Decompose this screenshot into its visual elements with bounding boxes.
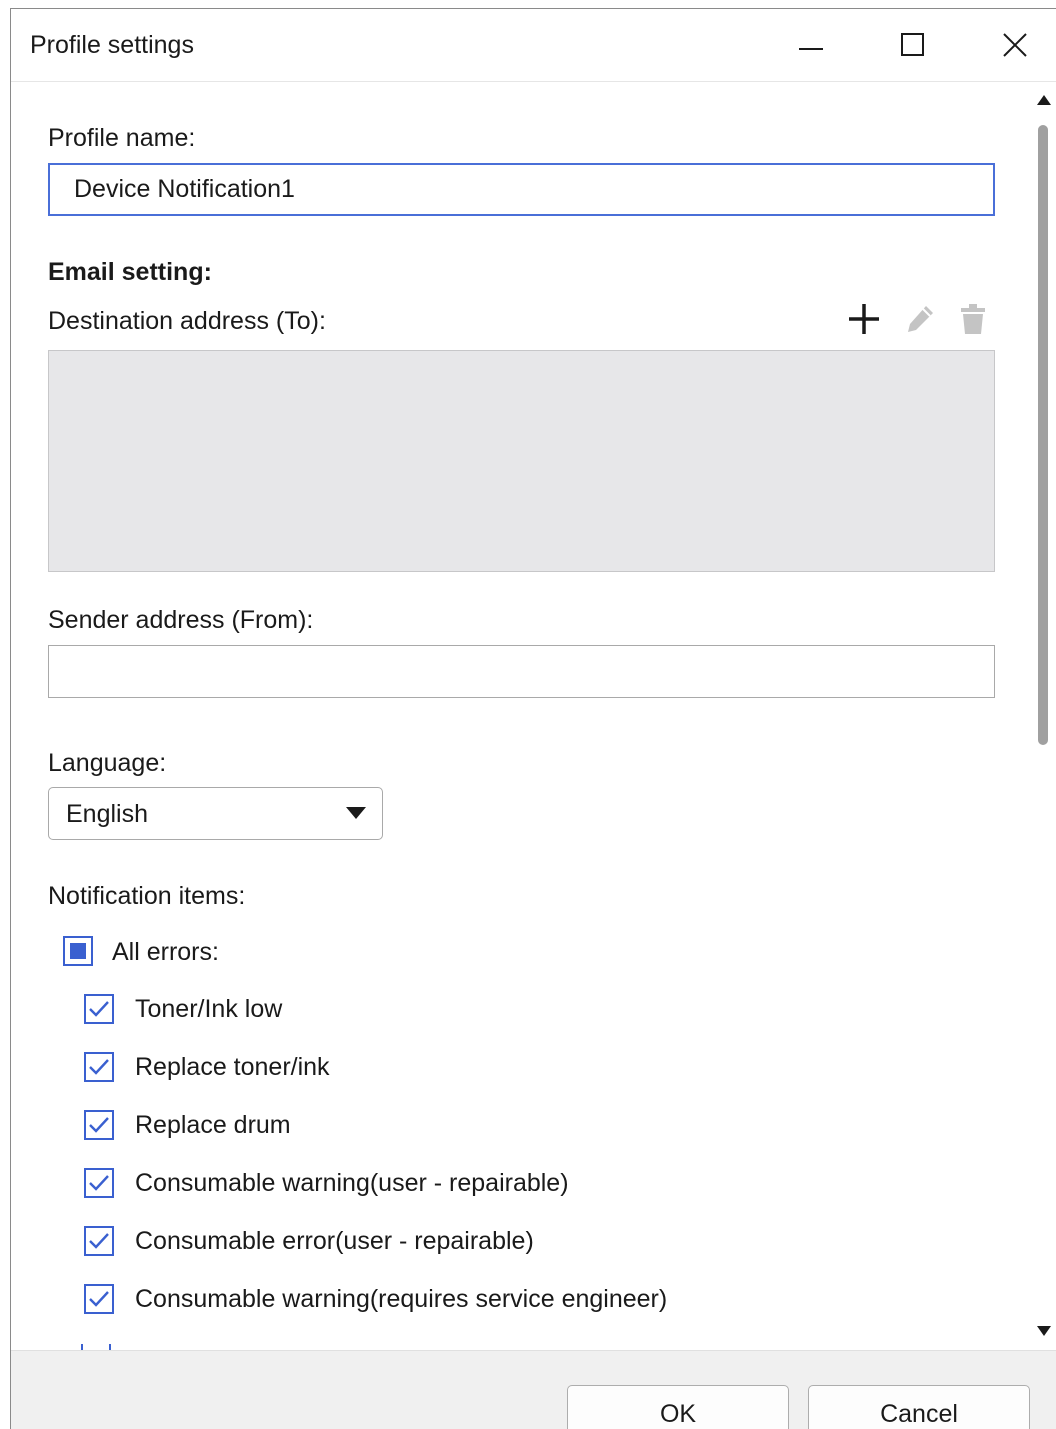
close-icon bbox=[1003, 33, 1027, 57]
window-title: Profile settings bbox=[30, 31, 194, 59]
dialog-footer: OK Cancel bbox=[11, 1350, 1056, 1429]
notification-item-label: Consumable warning(requires service engi… bbox=[135, 1285, 668, 1313]
checkmark-icon bbox=[89, 1291, 109, 1307]
notification-item-checkbox[interactable] bbox=[84, 1226, 114, 1256]
sender-address-input[interactable] bbox=[48, 645, 995, 698]
plus-icon bbox=[849, 304, 879, 334]
notification-item-checkbox[interactable] bbox=[84, 1052, 114, 1082]
pencil-icon bbox=[908, 306, 933, 332]
all-errors-label: All errors: bbox=[112, 938, 219, 966]
add-destination-button[interactable] bbox=[845, 300, 883, 338]
notification-item-checkbox[interactable] bbox=[84, 1110, 114, 1140]
language-select[interactable]: English bbox=[48, 787, 383, 840]
profile-name-input[interactable] bbox=[48, 163, 995, 216]
cancel-button[interactable]: Cancel bbox=[808, 1385, 1030, 1429]
vertical-scrollbar[interactable] bbox=[1032, 89, 1056, 1347]
scroll-up-arrow-icon[interactable] bbox=[1036, 94, 1052, 106]
maximize-icon bbox=[901, 33, 924, 56]
checkmark-icon bbox=[89, 1059, 109, 1075]
trash-icon bbox=[961, 304, 985, 334]
sender-address-label: Sender address (From): bbox=[48, 606, 314, 634]
minimize-icon bbox=[799, 48, 823, 50]
ok-button[interactable]: OK bbox=[567, 1385, 789, 1429]
notification-item-checkbox[interactable] bbox=[84, 994, 114, 1024]
partial-check-icon bbox=[70, 943, 86, 959]
scroll-down-arrow-icon[interactable] bbox=[1036, 1325, 1052, 1337]
checkmark-icon bbox=[89, 1117, 109, 1133]
notification-item-label: Toner/Ink low bbox=[135, 995, 283, 1023]
notification-item-label: Replace drum bbox=[135, 1111, 291, 1139]
language-label: Language: bbox=[48, 749, 167, 777]
notification-item-checkbox[interactable] bbox=[84, 1168, 114, 1198]
checkmark-icon bbox=[89, 1001, 109, 1017]
maximize-button[interactable] bbox=[885, 21, 941, 69]
chevron-down-icon bbox=[346, 807, 366, 819]
minimize-button[interactable] bbox=[783, 21, 839, 69]
notification-item-checkbox[interactable] bbox=[84, 1284, 114, 1314]
destination-address-label: Destination address (To): bbox=[48, 307, 326, 335]
all-errors-checkbox[interactable] bbox=[63, 936, 93, 966]
notification-items-label: Notification items: bbox=[48, 882, 246, 910]
email-setting-heading: Email setting: bbox=[48, 258, 212, 286]
scrollbar-thumb[interactable] bbox=[1038, 125, 1048, 745]
edit-destination-button[interactable] bbox=[901, 300, 939, 338]
settings-scroll-area[interactable]: Profile name: Email setting: Destination… bbox=[11, 82, 1056, 1350]
title-bar[interactable]: Profile settings bbox=[11, 9, 1056, 82]
delete-destination-button[interactable] bbox=[954, 300, 992, 338]
notification-item-label: Replace toner/ink bbox=[135, 1053, 330, 1081]
notification-item-label: Consumable error(user - repairable) bbox=[135, 1227, 534, 1255]
language-selected-value: English bbox=[66, 800, 148, 828]
checkmark-icon bbox=[89, 1175, 109, 1191]
checkmark-icon bbox=[89, 1233, 109, 1249]
profile-name-label: Profile name: bbox=[48, 124, 196, 152]
notification-item-label: Consumable warning(user - repairable) bbox=[135, 1169, 569, 1197]
profile-settings-window: Profile settings Profile name: Email set… bbox=[10, 8, 1056, 1429]
destination-address-list[interactable] bbox=[48, 350, 995, 572]
close-button[interactable] bbox=[987, 21, 1043, 69]
